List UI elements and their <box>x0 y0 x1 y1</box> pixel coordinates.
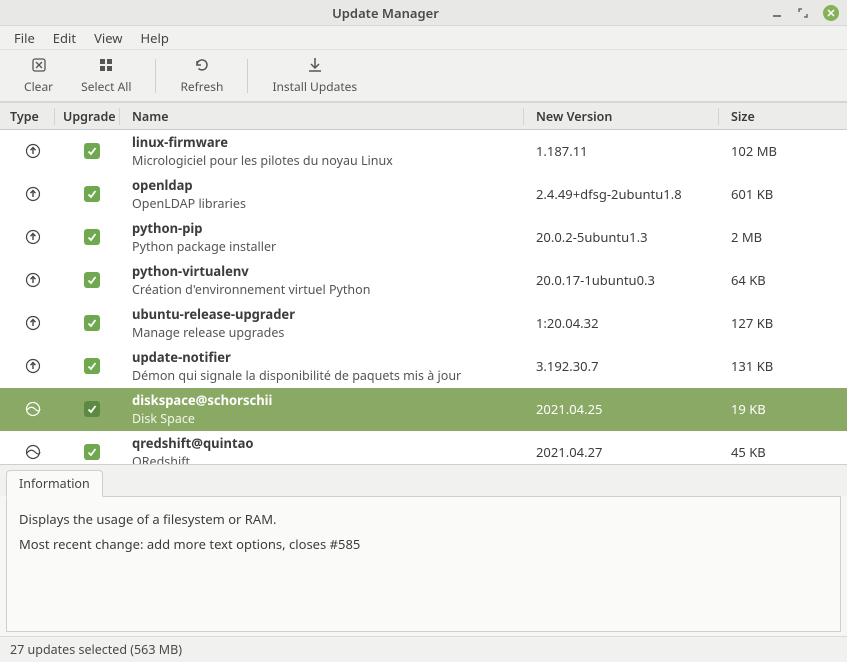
package-version: 2021.04.25 <box>536 400 602 418</box>
clear-label: Clear <box>24 78 53 95</box>
package-description: Python package installer <box>132 238 524 255</box>
table-body[interactable]: linux-firmwareMicrologiciel pour les pil… <box>0 130 847 464</box>
package-version: 2021.04.27 <box>536 443 602 461</box>
package-size: 64 KB <box>731 271 766 289</box>
package-description: Disk Space <box>132 410 524 427</box>
package-size: 601 KB <box>731 185 773 203</box>
package-type-icon <box>24 228 42 246</box>
package-name: update-notifier <box>132 348 524 366</box>
package-type-icon <box>24 142 42 160</box>
package-type-icon <box>24 314 42 332</box>
package-name: python-pip <box>132 219 524 237</box>
tab-information[interactable]: Information <box>6 470 103 497</box>
package-version: 20.0.17-1ubuntu0.3 <box>536 271 655 289</box>
close-button[interactable] <box>823 5 839 21</box>
package-name: python-virtualenv <box>132 262 524 280</box>
package-description: Manage release upgrades <box>132 324 524 341</box>
clear-button[interactable]: Clear <box>10 52 67 99</box>
select-all-label: Select All <box>81 78 131 95</box>
table-row[interactable]: linux-firmwareMicrologiciel pour les pil… <box>0 130 847 173</box>
column-header-size[interactable]: Size <box>719 108 847 125</box>
menubar: File Edit View Help <box>0 26 847 50</box>
toolbar: Clear Select All Refresh Install Updates <box>0 50 847 102</box>
refresh-button[interactable]: Refresh <box>166 52 237 99</box>
upgrade-checkbox[interactable] <box>84 272 100 288</box>
package-description: Démon qui signale la disponibilité de pa… <box>132 367 524 384</box>
table-row[interactable]: update-notifierDémon qui signale la disp… <box>0 345 847 388</box>
package-version: 2.4.49+dfsg-2ubuntu1.8 <box>536 185 682 203</box>
package-size: 102 MB <box>731 142 777 160</box>
package-size: 131 KB <box>731 357 773 375</box>
package-description: OpenLDAP libraries <box>132 195 524 212</box>
column-header-version[interactable]: New Version <box>524 108 719 125</box>
table-header: Type Upgrade Name New Version Size <box>0 102 847 130</box>
info-panel: Displays the usage of a filesystem or RA… <box>6 496 841 632</box>
package-type-icon <box>24 185 42 203</box>
package-type-icon <box>24 443 42 461</box>
column-header-name[interactable]: Name <box>120 108 524 125</box>
package-name: ubuntu-release-upgrader <box>132 305 524 323</box>
upgrade-checkbox[interactable] <box>84 444 100 460</box>
install-updates-button[interactable]: Install Updates <box>258 52 371 99</box>
toolbar-separator <box>155 59 156 93</box>
table-row[interactable]: python-virtualenvCréation d'environnemen… <box>0 259 847 302</box>
menu-file[interactable]: File <box>6 27 43 49</box>
table-row[interactable]: diskspace@schorschiiDisk Space 2021.04.25… <box>0 388 847 431</box>
package-name: diskspace@schorschii <box>132 391 524 409</box>
titlebar: Update Manager <box>0 0 847 26</box>
install-icon <box>306 56 324 74</box>
updates-table: Type Upgrade Name New Version Size linux… <box>0 102 847 464</box>
window-controls <box>771 5 847 21</box>
select-all-button[interactable]: Select All <box>67 52 145 99</box>
select-all-icon <box>97 56 115 74</box>
upgrade-checkbox[interactable] <box>84 186 100 202</box>
upgrade-checkbox[interactable] <box>84 315 100 331</box>
package-name: openldap <box>132 176 524 194</box>
info-changelog: Most recent change: add more text option… <box>19 532 828 557</box>
install-label: Install Updates <box>272 78 357 95</box>
refresh-label: Refresh <box>180 78 223 95</box>
upgrade-checkbox[interactable] <box>84 229 100 245</box>
package-version: 3.192.30.7 <box>536 357 599 375</box>
package-name: qredshift@quintao <box>132 434 524 452</box>
table-row[interactable]: python-pipPython package installer 20.0.2… <box>0 216 847 259</box>
package-size: 2 MB <box>731 228 762 246</box>
minimize-button[interactable] <box>771 7 783 19</box>
info-description: Displays the usage of a filesystem or RA… <box>19 507 828 532</box>
package-type-icon <box>24 400 42 418</box>
table-row[interactable]: qredshift@quintaoQRedshift 2021.04.27 45 K… <box>0 431 847 464</box>
package-description: QRedshift <box>132 453 524 464</box>
package-description: Micrologiciel pour les pilotes du noyau … <box>132 152 524 169</box>
refresh-icon <box>193 56 211 74</box>
package-name: linux-firmware <box>132 133 524 151</box>
status-text: 27 updates selected (563 MB) <box>10 641 182 658</box>
upgrade-checkbox[interactable] <box>84 358 100 374</box>
package-type-icon <box>24 271 42 289</box>
table-row[interactable]: ubuntu-release-upgraderManage release up… <box>0 302 847 345</box>
package-version: 20.0.2-5ubuntu1.3 <box>536 228 648 246</box>
upgrade-checkbox[interactable] <box>84 143 100 159</box>
clear-icon <box>30 56 48 74</box>
upgrade-checkbox[interactable] <box>84 401 100 417</box>
column-header-upgrade[interactable]: Upgrade <box>55 108 120 125</box>
package-version: 1.187.11 <box>536 142 588 160</box>
package-description: Création d'environnement virtuel Python <box>132 281 524 298</box>
table-row[interactable]: openldapOpenLDAP libraries 2.4.49+dfsg-2u… <box>0 173 847 216</box>
package-size: 127 KB <box>731 314 773 332</box>
menu-edit[interactable]: Edit <box>45 27 84 49</box>
toolbar-separator <box>247 59 248 93</box>
package-type-icon <box>24 357 42 375</box>
window-title: Update Manager <box>0 4 771 22</box>
column-header-type[interactable]: Type <box>0 108 55 125</box>
menu-view[interactable]: View <box>86 27 130 49</box>
package-size: 45 KB <box>731 443 766 461</box>
package-version: 1:20.04.32 <box>536 314 599 332</box>
menu-help[interactable]: Help <box>133 27 177 49</box>
statusbar: 27 updates selected (563 MB) <box>0 636 847 662</box>
package-size: 19 KB <box>731 400 766 418</box>
info-tabs: Information <box>0 464 847 496</box>
maximize-button[interactable] <box>797 7 809 19</box>
